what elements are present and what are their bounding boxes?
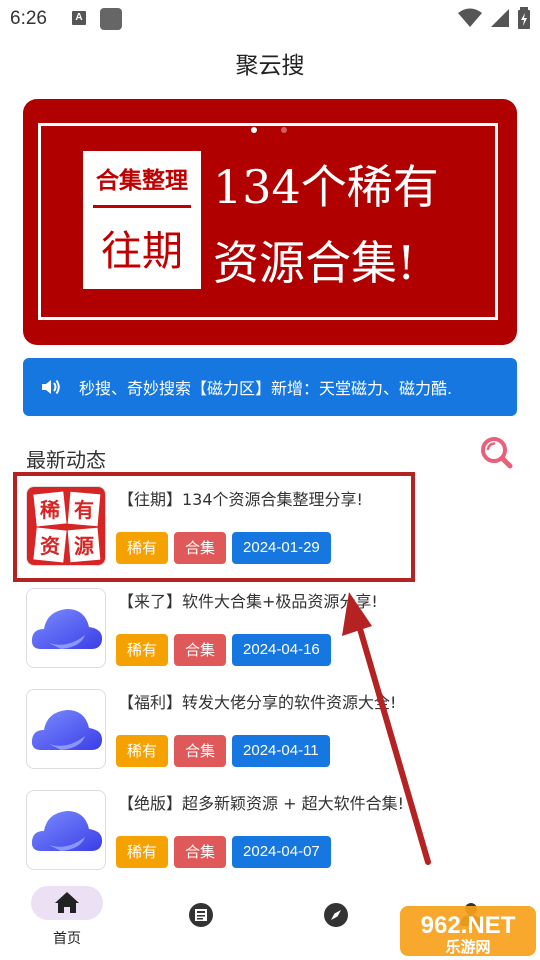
banner-label-box: 合集整理 往期 [83, 151, 201, 289]
tag-date: 2024-04-16 [232, 634, 331, 666]
tag-rare[interactable]: 稀有 [116, 735, 169, 767]
list-item[interactable]: 【福利】转发大佬分享的软件资源大全! 稀有 合集 2024-04-11 [0, 677, 540, 777]
list-item[interactable]: 【绝版】超多新颖资源 + 超大软件合集! 稀有 合集 2024-04-07 [0, 778, 540, 878]
banner-carousel[interactable]: 合集整理 往期 134个稀有 资源合集! [23, 99, 517, 345]
notice-text: 秒搜、奇妙搜索【磁力区】新增：天堂磁力、磁力酷. [79, 379, 453, 398]
list-item[interactable]: 【来了】软件大合集+极品资源分享! 稀有 合集 2024-04-16 [0, 576, 540, 676]
item-title: 【来了】软件大合集+极品资源分享! [118, 592, 378, 611]
status-time: 6:26 [10, 8, 47, 29]
nav-discover-button[interactable] [323, 902, 349, 928]
banner-box-bottom-text: 往期 [101, 227, 183, 275]
banner-headline-2: 资源合集! [213, 236, 416, 290]
carousel-dots [251, 127, 287, 133]
status-icons [458, 7, 530, 29]
notice-bar[interactable]: 秒搜、奇妙搜索【磁力区】新增：天堂磁力、磁力酷. [23, 358, 517, 416]
item-title: 【绝版】超多新颖资源 + 超大软件合集! [118, 794, 404, 813]
item-title: 【福利】转发大佬分享的软件资源大全! [118, 693, 397, 712]
notification-a-icon: A [72, 11, 86, 25]
tag-collection[interactable]: 合集 [174, 634, 227, 666]
cloud-icon [31, 609, 103, 649]
cloud-logo [26, 689, 106, 769]
watermark-logo: 962.NET 乐游网 [400, 902, 536, 958]
cloud-logo [26, 588, 106, 668]
status-bar: 6:26 A [0, 0, 540, 38]
tag-date: 2024-04-07 [232, 836, 331, 868]
watermark-sub-text: 乐游网 [445, 938, 490, 956]
nav-news-button[interactable] [188, 902, 214, 928]
item-tags: 稀有 合集 2024-04-16 [116, 634, 331, 666]
search-icon[interactable] [478, 434, 514, 470]
banner-box-top-text: 合集整理 [96, 167, 188, 194]
signal-icon [491, 9, 509, 27]
banner-headline-1: 134个稀有 [213, 160, 439, 214]
cloud-icon [31, 710, 103, 750]
section-title: 最新动态 [26, 448, 106, 472]
item-tags: 稀有 合集 2024-04-11 [116, 735, 330, 767]
cloud-logo [26, 790, 106, 870]
carousel-dot[interactable] [281, 127, 287, 133]
speaker-icon [42, 379, 60, 395]
notification-square-icon [100, 8, 122, 30]
home-icon [55, 892, 79, 913]
tag-rare[interactable]: 稀有 [116, 836, 169, 868]
tag-rare[interactable]: 稀有 [116, 634, 169, 666]
wifi-icon [458, 8, 482, 27]
cloud-icon [31, 811, 103, 851]
tag-collection[interactable]: 合集 [174, 836, 227, 868]
item-tags: 稀有 合集 2024-04-07 [116, 836, 331, 868]
nav-home-button[interactable] [31, 886, 103, 920]
carousel-dot-active[interactable] [251, 127, 257, 133]
watermark-main-text: 962.NET [421, 912, 516, 939]
tag-collection[interactable]: 合集 [174, 735, 227, 767]
tag-date: 2024-04-11 [232, 735, 330, 767]
app-title: 聚云搜 [235, 53, 305, 79]
banner-box-divider [93, 205, 191, 208]
highlight-box-annotation [13, 472, 415, 582]
battery-icon [518, 7, 530, 29]
nav-home-label: 首页 [53, 931, 81, 947]
